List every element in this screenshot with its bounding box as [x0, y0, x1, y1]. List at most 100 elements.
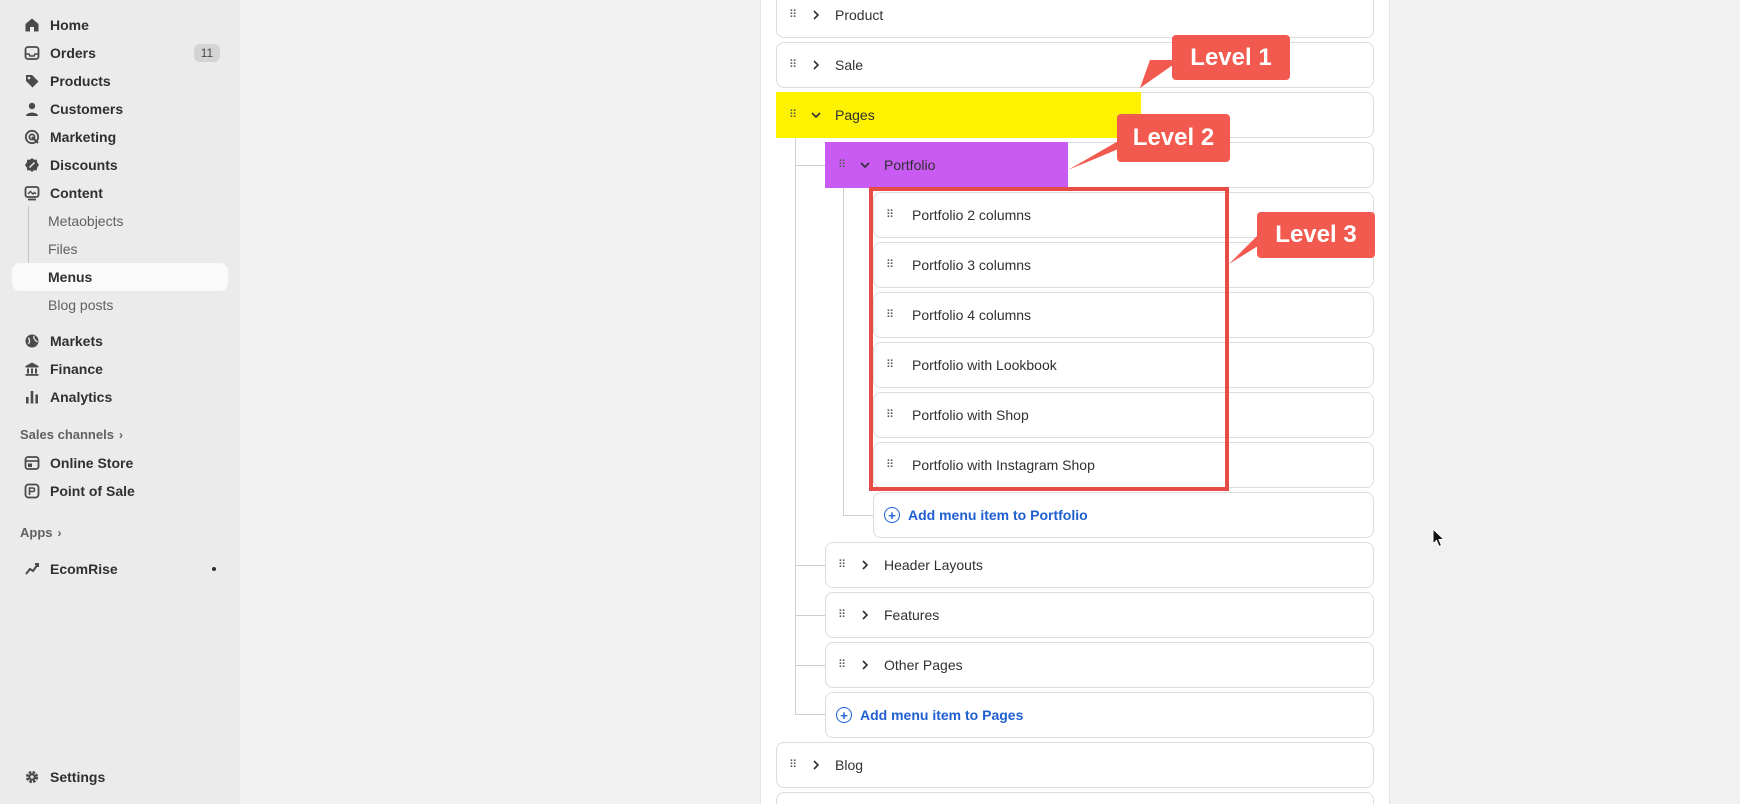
- drag-handle-icon[interactable]: ⠿: [838, 159, 852, 171]
- sidebar-item-label: Finance: [50, 361, 103, 377]
- tree-line-pages: [795, 138, 796, 714]
- drag-handle-icon[interactable]: ⠿: [789, 9, 803, 21]
- chevron-right-icon[interactable]: [809, 59, 823, 71]
- tree-line-portfolio: [843, 188, 844, 515]
- person-icon: [22, 99, 42, 119]
- mouse-cursor-icon: [1432, 528, 1446, 548]
- sidebar-item-label: Files: [48, 241, 78, 257]
- chevron-right-icon[interactable]: [809, 759, 823, 771]
- menu-item-label: Portfolio: [884, 157, 936, 173]
- gear-icon: [22, 767, 42, 787]
- tree-branch: [795, 615, 825, 616]
- chevron-down-icon[interactable]: [809, 109, 823, 121]
- plus-circle-icon: +: [836, 707, 852, 723]
- sidebar-item-markets[interactable]: Markets: [12, 327, 228, 355]
- chevron-right-icon: ›: [118, 427, 123, 442]
- sidebar-item-customers[interactable]: Customers: [12, 95, 228, 123]
- tree-branch: [795, 714, 825, 715]
- globe-icon: [22, 331, 42, 351]
- menu-item-label: Sale: [835, 57, 864, 73]
- chevron-down-icon[interactable]: [858, 159, 872, 171]
- menu-item-label: Blog: [835, 757, 864, 773]
- sidebar-item-metaobjects[interactable]: Metaobjects: [12, 207, 228, 235]
- menu-item-row[interactable]: ⠿ Features: [825, 592, 1374, 638]
- sidebar-item-label: Menus: [48, 269, 93, 285]
- bank-icon: [22, 359, 42, 379]
- sidebar-item-menus[interactable]: Menus: [12, 263, 228, 291]
- menu-item-row[interactable]: ⠿ Header Layouts: [825, 542, 1374, 588]
- sidebar-item-finance[interactable]: Finance: [12, 355, 228, 383]
- drag-handle-icon[interactable]: ⠿: [789, 109, 803, 121]
- home-icon: [22, 15, 42, 35]
- ecomrise-icon: [22, 559, 42, 579]
- sidebar-item-marketing[interactable]: Marketing: [12, 123, 228, 151]
- sidebar-item-label: Markets: [50, 333, 103, 349]
- sidebar-item-orders[interactable]: Orders 11: [12, 39, 228, 67]
- add-menu-item-portfolio-button[interactable]: + Add menu item to Portfolio: [873, 492, 1374, 538]
- chevron-right-icon[interactable]: [809, 9, 823, 21]
- sales-channels-heading[interactable]: Sales channels ›: [20, 427, 123, 442]
- sidebar-item-label: Products: [50, 73, 111, 89]
- sidebar-item-files[interactable]: Files: [12, 235, 228, 263]
- sidebar-item-point-of-sale[interactable]: Point of Sale: [12, 477, 228, 505]
- tree-branch: [795, 165, 825, 166]
- sidebar-item-blog-posts[interactable]: Blog posts: [12, 291, 228, 319]
- sidebar-item-label: Analytics: [50, 389, 113, 405]
- chevron-right-icon[interactable]: [858, 559, 872, 571]
- tree-branch: [795, 665, 825, 666]
- menu-item-row[interactable]: ⠿ Blog: [776, 742, 1374, 788]
- menu-item-row[interactable]: ⠿ Other Pages: [825, 642, 1374, 688]
- add-item-label: Add menu item to Pages: [860, 707, 1024, 723]
- pos-icon: [22, 481, 42, 501]
- sidebar-item-label: Content: [50, 185, 103, 201]
- add-menu-item-pages-button[interactable]: + Add menu item to Pages: [825, 692, 1374, 738]
- sidebar-item-settings[interactable]: Settings: [12, 763, 228, 791]
- menu-item-label: Other Pages: [884, 657, 963, 673]
- sidebar-item-analytics[interactable]: Analytics: [12, 383, 228, 411]
- target-icon: [22, 127, 42, 147]
- menu-item-label: Header Layouts: [884, 557, 983, 573]
- menu-item-row[interactable]: ⠿ Product: [776, 0, 1374, 38]
- menu-item-pages[interactable]: ⠿ Pages: [776, 92, 1141, 138]
- chevron-right-icon[interactable]: [858, 659, 872, 671]
- drag-handle-icon[interactable]: ⠿: [789, 759, 803, 771]
- sidebar-item-content[interactable]: Content: [12, 179, 228, 207]
- chevron-right-icon: ›: [57, 525, 62, 540]
- tree-branch: [795, 565, 825, 566]
- sidebar-item-label: EcomRise: [50, 561, 118, 577]
- sidebar-item-label: Metaobjects: [48, 213, 124, 229]
- discount-icon: [22, 155, 42, 175]
- sidebar-item-label: Marketing: [50, 129, 117, 145]
- apps-heading[interactable]: Apps ›: [20, 525, 62, 540]
- drag-handle-icon[interactable]: ⠿: [838, 559, 852, 571]
- drag-handle-icon[interactable]: ⠿: [838, 659, 852, 671]
- sidebar-item-label: Customers: [50, 101, 124, 117]
- orders-count-badge: 11: [194, 44, 220, 62]
- menu-item-row[interactable]: [776, 792, 1374, 804]
- add-item-label: Add menu item to Portfolio: [908, 507, 1088, 523]
- sidebar-item-label: Online Store: [50, 455, 134, 471]
- status-dot: [212, 567, 216, 571]
- menu-item-label: Features: [884, 607, 940, 623]
- content-icon: [22, 183, 42, 203]
- drag-handle-icon[interactable]: ⠿: [789, 59, 803, 71]
- sidebar-item-products[interactable]: Products: [12, 67, 228, 95]
- menu-item-portfolio[interactable]: ⠿ Portfolio: [825, 142, 1068, 188]
- sidebar-item-ecomrise[interactable]: EcomRise: [12, 555, 228, 583]
- plus-circle-icon: +: [884, 507, 900, 523]
- level2-callout: Level 2: [1117, 114, 1230, 162]
- menu-item-label: Product: [835, 7, 884, 23]
- chevron-right-icon[interactable]: [858, 609, 872, 621]
- sidebar-item-label: Point of Sale: [50, 483, 135, 499]
- drag-handle-icon[interactable]: ⠿: [838, 609, 852, 621]
- sidebar-item-label: Discounts: [50, 157, 118, 173]
- bar-chart-icon: [22, 387, 42, 407]
- sidebar-item-label: Blog posts: [48, 297, 114, 313]
- sidebar-item-online-store[interactable]: Online Store: [12, 449, 228, 477]
- tag-icon: [22, 71, 42, 91]
- menu-item-label: Pages: [835, 107, 875, 123]
- sidebar-item-home[interactable]: Home: [12, 11, 228, 39]
- sidebar-item-label: Settings: [50, 769, 106, 785]
- sidebar-item-discounts[interactable]: Discounts: [12, 151, 228, 179]
- sidebar-item-label: Home: [50, 17, 89, 33]
